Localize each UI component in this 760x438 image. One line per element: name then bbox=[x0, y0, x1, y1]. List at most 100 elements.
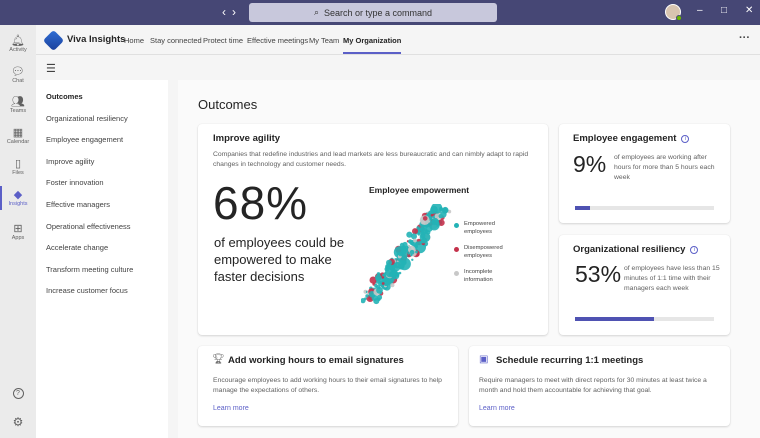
app-header: Viva Insights Home Stay connected Protec… bbox=[36, 25, 760, 55]
empowerment-bubble bbox=[376, 286, 383, 294]
rail-item-insights[interactable]: ◆ Insights bbox=[0, 186, 36, 210]
info-icon[interactable]: i bbox=[681, 135, 690, 143]
nav-item-accelerate-change[interactable]: Accelerate change bbox=[46, 243, 108, 252]
resiliency-progress-bar bbox=[575, 317, 714, 321]
forward-arrow-icon[interactable]: › bbox=[232, 5, 242, 19]
tab-stay-connected[interactable]: Stay connected bbox=[150, 36, 202, 45]
empowerment-bubble bbox=[398, 252, 403, 257]
files-icon: ▯ bbox=[14, 158, 22, 170]
empowered-percent: 68% bbox=[213, 177, 309, 229]
rail-item-activity[interactable]: 🔔︎ Activity bbox=[0, 35, 36, 54]
tab-protect-time[interactable]: Protect time bbox=[203, 36, 243, 45]
empowerment-bubble bbox=[376, 272, 381, 276]
empowerment-bubble bbox=[430, 213, 434, 217]
empowerment-bubble bbox=[398, 271, 402, 275]
red-swatch-icon bbox=[454, 247, 459, 252]
empowerment-bubble bbox=[375, 277, 381, 282]
resiliency-percent: 53% bbox=[575, 261, 622, 287]
tip-title: Schedule recurring 1:1 meetings bbox=[496, 355, 644, 366]
info-icon[interactable]: i bbox=[690, 246, 699, 254]
rail-item-calendar[interactable]: ▦ Calendar bbox=[0, 127, 36, 146]
empowerment-bubble bbox=[417, 233, 421, 236]
history-nav: ‹› bbox=[222, 5, 242, 19]
empowerment-bubble bbox=[415, 250, 418, 254]
tab-my-team[interactable]: My Team bbox=[309, 36, 339, 45]
more-options-icon[interactable]: ··· bbox=[739, 32, 750, 44]
close-button[interactable]: ✕ bbox=[745, 5, 753, 16]
nav-item-organizational-resiliency[interactable]: Organizational resiliency bbox=[46, 114, 128, 123]
card-title: Organizational resiliency i bbox=[573, 244, 699, 255]
rail-item-chat[interactable]: 💬︎ Chat bbox=[0, 66, 36, 85]
empowerment-bubble bbox=[401, 249, 408, 255]
apps-icon: ⊞ bbox=[13, 223, 23, 235]
search-icon: ⌕ bbox=[313, 7, 319, 17]
help-icon[interactable]: ? bbox=[0, 386, 36, 399]
empowerment-bubble bbox=[413, 238, 417, 243]
page-title: Outcomes bbox=[198, 97, 258, 112]
avatar[interactable] bbox=[665, 4, 682, 21]
empowerment-bubble bbox=[365, 294, 369, 298]
nav-item-employee-engagement[interactable]: Employee engagement bbox=[46, 135, 123, 144]
empowerment-bubble bbox=[402, 241, 408, 248]
teams-icon: 👥︎ bbox=[11, 96, 25, 108]
empowerment-bubble bbox=[411, 258, 414, 261]
rail-item-apps[interactable]: ⊞ Apps bbox=[0, 223, 36, 242]
nav-item-transform-meeting-culture[interactable]: Transform meeting culture bbox=[46, 265, 133, 274]
gray-swatch-icon bbox=[454, 271, 459, 276]
command-search-box[interactable]: ⌕ Search or type a command bbox=[249, 3, 497, 22]
nav-item-increase-customer-focus[interactable]: Increase customer focus bbox=[46, 286, 128, 295]
card-description: Companies that redefine industries and l… bbox=[213, 151, 529, 168]
menu-icon[interactable]: ☰ bbox=[46, 62, 56, 75]
empowerment-bubble bbox=[372, 294, 376, 298]
tip-card-recurring-meetings: ▣ Schedule recurring 1:1 meetings Requir… bbox=[469, 346, 730, 426]
title-bar: ‹› ⌕ Search or type a command – □ ✕ bbox=[0, 0, 760, 25]
empowerment-bubble bbox=[409, 249, 415, 255]
empowerment-bubble bbox=[386, 259, 392, 266]
empowerment-bubble bbox=[388, 272, 393, 277]
empowerment-bubble bbox=[395, 273, 400, 277]
trophy-icon: 🏆︎ bbox=[212, 354, 225, 365]
tab-my-organization[interactable]: My Organization bbox=[343, 36, 402, 54]
legend-item-incomplete: Incomplete information bbox=[454, 269, 519, 284]
tab-effective-meetings[interactable]: Effective meetings bbox=[247, 36, 308, 45]
empowerment-bubble bbox=[412, 228, 418, 235]
empowerment-bubble bbox=[376, 294, 383, 301]
nav-item-effective-managers[interactable]: Effective managers bbox=[46, 200, 110, 209]
search-placeholder: Search or type a command bbox=[323, 7, 433, 18]
empowerment-bubble bbox=[419, 226, 426, 233]
nav-item-improve-agility[interactable]: Improve agility bbox=[46, 157, 94, 166]
empowerment-bubble bbox=[438, 214, 443, 219]
app-name: Viva Insights bbox=[67, 34, 126, 45]
settings-gear-icon[interactable]: ⚙ bbox=[0, 415, 36, 429]
tip-card-working-hours: 🏆︎ Add working hours to email signatures… bbox=[198, 346, 458, 426]
rail-item-teams[interactable]: 👥︎ Teams bbox=[0, 96, 36, 115]
rail-item-files[interactable]: ▯ Files bbox=[0, 158, 36, 177]
maximize-button[interactable]: □ bbox=[721, 5, 727, 16]
employee-engagement-card: Employee engagement i 9% of employees are… bbox=[559, 124, 730, 223]
empowerment-bubble bbox=[414, 243, 418, 248]
empowerment-bubble bbox=[421, 220, 426, 225]
tab-home[interactable]: Home bbox=[124, 36, 144, 45]
empowerment-bubble bbox=[411, 233, 417, 240]
minimize-button[interactable]: – bbox=[697, 5, 703, 16]
learn-more-link[interactable]: Learn more bbox=[213, 405, 249, 412]
empowerment-bubble bbox=[422, 216, 428, 221]
organizational-resiliency-card: Organizational resiliency i 53% of employ… bbox=[559, 235, 730, 335]
insights-icon: ◆ bbox=[13, 189, 23, 201]
tip-description: Require managers to meet with direct rep… bbox=[479, 377, 707, 394]
nav-item-outcomes[interactable]: Outcomes bbox=[46, 92, 83, 101]
back-arrow-icon[interactable]: ‹ bbox=[222, 5, 232, 19]
nav-item-operational-effectiveness[interactable]: Operational effectiveness bbox=[46, 222, 131, 231]
improve-agility-card: Improve agility Companies that redefine … bbox=[198, 124, 548, 335]
empowerment-bubble bbox=[442, 206, 449, 214]
teal-swatch-icon bbox=[454, 223, 459, 228]
engagement-description: of employees are working after hours for… bbox=[614, 154, 715, 181]
calendar-icon: ▦ bbox=[12, 127, 24, 139]
legend-item-disempowered: Disempowered employees bbox=[454, 245, 524, 260]
bell-icon: 🔔︎ bbox=[11, 35, 25, 47]
empowerment-bubble bbox=[421, 237, 428, 244]
progress-fill bbox=[575, 317, 655, 321]
nav-item-foster-innovation[interactable]: Foster innovation bbox=[46, 178, 104, 187]
app-rail: 🔔︎ Activity 💬︎ Chat 👥︎ Teams ▦ Calendar ▯ Fil… bbox=[0, 25, 36, 438]
learn-more-link[interactable]: Learn more bbox=[479, 405, 515, 412]
